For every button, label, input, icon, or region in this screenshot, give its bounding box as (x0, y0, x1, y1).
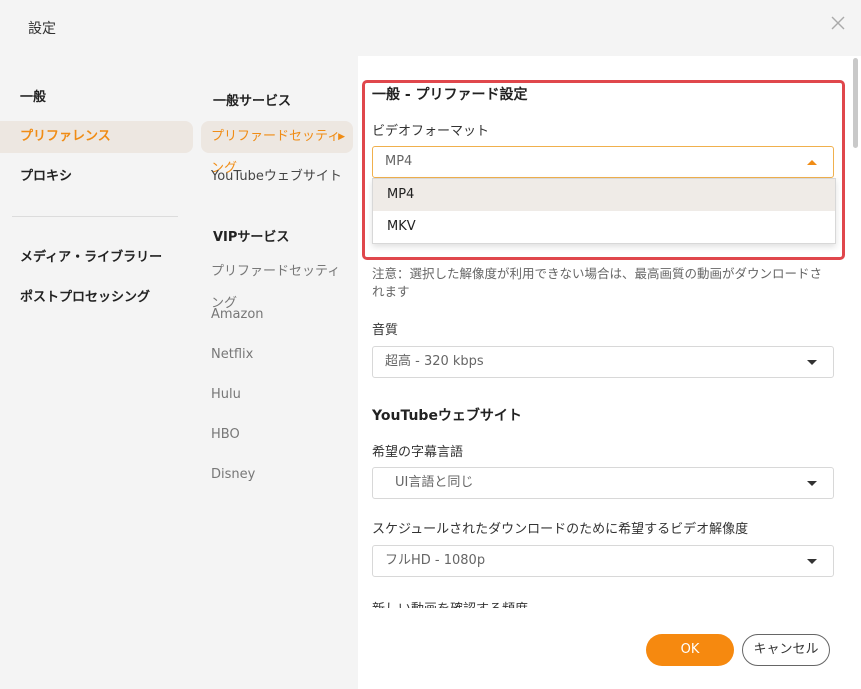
resolution-note: 注意：選択した解像度が利用できない場合は、最高画質の動画がダウンロードされます (372, 266, 823, 299)
dialog-footer: OK キャンセル (358, 609, 861, 689)
vip-services-heading: VIPサービス (213, 230, 290, 245)
nav-general[interactable]: 一般 (0, 82, 193, 114)
close-icon[interactable] (829, 14, 847, 32)
nav-youtube-website[interactable]: YouTubeウェブサイト (201, 161, 353, 193)
nav-post-processing[interactable]: ポストプロセッシング (0, 282, 193, 314)
settings-panel: 一般 - プリファード設定 ビデオフォーマット MP4 MP4 MKV 注意：選… (358, 56, 861, 689)
nav-hulu[interactable]: Hulu (201, 379, 353, 411)
nav-preferred-settings[interactable]: プリファードセッティング ▶ (201, 121, 353, 176)
service-nav: 一般サービス プリファードセッティング ▶ YouTubeウェブサイト VIPサ… (198, 56, 358, 689)
audio-quality-select[interactable]: 超高 - 320 kbps (372, 346, 834, 378)
nav-divider (12, 216, 178, 217)
caret-down-icon (807, 559, 817, 564)
check-frequency-label: 新しい動画を確認する頻度 (372, 598, 528, 608)
nav-vip-preferred-settings[interactable]: プリファードセッティング (201, 256, 353, 311)
youtube-website-heading: YouTubeウェブサイト (372, 408, 522, 424)
nav-hbo[interactable]: HBO (201, 419, 353, 451)
audio-quality-value: 超高 - 320 kbps (385, 354, 484, 369)
ok-button[interactable]: OK (646, 634, 734, 666)
cancel-button[interactable]: キャンセル (742, 634, 830, 666)
nav-preferences[interactable]: プリファレンス (0, 121, 193, 153)
nav-disney[interactable]: Disney (201, 459, 353, 491)
nav-netflix[interactable]: Netflix (201, 339, 353, 371)
caret-down-icon (807, 360, 817, 365)
scheduled-resolution-select[interactable]: フルHD - 1080p (372, 545, 834, 577)
scheduled-resolution-label: スケジュールされたダウンロードのために希望するビデオ解像度 (372, 522, 749, 537)
settings-category-nav: 一般 プリファレンス プロキシ メディア・ライブラリー ポストプロセッシング (0, 56, 198, 689)
triangle-right-icon: ▶ (338, 132, 345, 142)
nav-proxy[interactable]: プロキシ (0, 161, 193, 193)
title-bar: 設定 (0, 0, 861, 56)
nav-amazon[interactable]: Amazon (201, 299, 353, 331)
subtitle-language-value: UI言語と同じ (395, 475, 474, 490)
scrollbar[interactable] (853, 58, 858, 148)
window-title: 設定 (28, 21, 56, 37)
subtitle-language-label: 希望の字幕言語 (372, 445, 464, 460)
audio-quality-label: 音質 (372, 323, 399, 338)
caret-down-icon (807, 481, 817, 486)
general-services-heading: 一般サービス (213, 94, 292, 109)
scheduled-resolution-value: フルHD - 1080p (385, 553, 486, 568)
subtitle-language-select[interactable]: UI言語と同じ (372, 467, 834, 499)
annotation-highlight-box (362, 80, 845, 260)
nav-media-library[interactable]: メディア・ライブラリー (0, 242, 193, 274)
